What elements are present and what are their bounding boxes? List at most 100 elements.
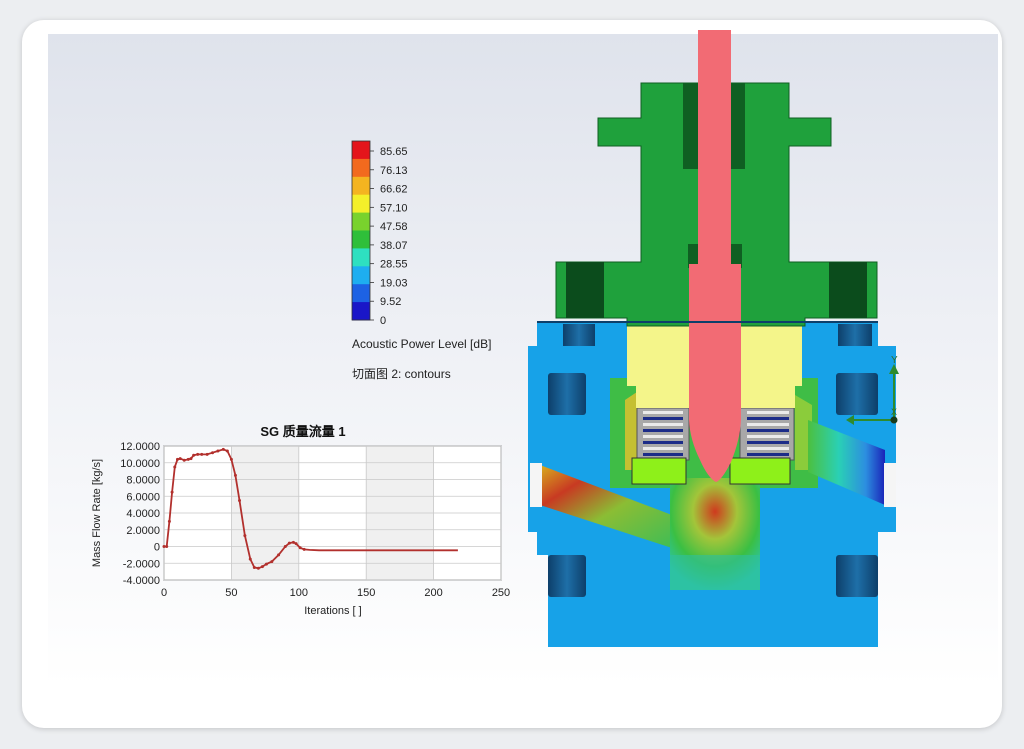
valve-cross-section[interactable]: [528, 30, 896, 647]
legend-swatch-8: [352, 284, 370, 303]
scene-canvas: Y X 85.65 76.13 66.62 57.10 47.58 38.07 28.55 1…: [91, 30, 899, 647]
plot-data-point: [173, 465, 177, 469]
cage-slot: [747, 423, 789, 426]
legend-tick-label: 47.58: [380, 221, 408, 233]
triad-origin: [890, 416, 898, 424]
plot-data-point: [252, 565, 256, 569]
plot-data-point: [189, 457, 193, 461]
plot-title: SG 质量流量 1: [260, 424, 345, 439]
inlet-flange: [530, 463, 542, 507]
bonnet-bolt-right: [829, 262, 867, 318]
packing-box-left: [636, 386, 691, 408]
plot-y-tick: 0: [154, 542, 160, 554]
legend-swatch-6: [352, 248, 370, 267]
legend-tick-label: 38.07: [380, 240, 408, 252]
legend-swatch-0: [352, 141, 370, 160]
plot-data-point: [270, 560, 274, 564]
cage-slot: [747, 411, 789, 414]
seat-ring-right: [729, 457, 791, 485]
legend-tick-label: 76.13: [380, 165, 408, 177]
plot-data-point: [186, 457, 190, 461]
plot-y-tick: 6.0000: [126, 491, 160, 503]
bolt-port-top-left: [563, 324, 595, 346]
plot-y-tick: -4.0000: [123, 575, 160, 587]
legend-tick-label: 19.03: [380, 277, 408, 289]
plot-y-tick: 10.0000: [120, 458, 160, 470]
plot-data-point: [260, 565, 264, 569]
legend-tick-label: 57.10: [380, 202, 408, 214]
plot-data-point: [243, 534, 247, 538]
plot-y-tick: 2.0000: [126, 525, 160, 537]
plot-x-tick: 250: [492, 587, 510, 599]
plot-data-point: [291, 540, 295, 544]
plot-x-tick: 0: [161, 587, 167, 599]
triad-y-label: Y: [891, 355, 898, 366]
bolt-port-low-right: [836, 555, 878, 597]
cage-slot: [747, 453, 789, 456]
plot-y-tick: 12.0000: [120, 441, 160, 453]
legend-swatch-5: [352, 230, 370, 249]
plot-x-tick: 200: [424, 587, 442, 599]
legend-tick-label: 66.62: [380, 184, 408, 196]
cage-slot: [747, 417, 789, 420]
cage-slot: [747, 441, 789, 444]
plot-x-tick: 100: [290, 587, 308, 599]
packing-box-right: [740, 386, 795, 408]
legend-title: Acoustic Power Level [dB]: [352, 337, 491, 351]
color-legend[interactable]: 85.65 76.13 66.62 57.10 47.58 38.07 28.55 19.03…: [351, 140, 491, 381]
outlet-flange: [884, 463, 896, 507]
throat-low: [670, 555, 760, 590]
plot-x-tick: 150: [357, 587, 375, 599]
legend-tick-labels: 85.65 76.13 66.62 57.10 47.58 38.07 28.55 19.03…: [370, 146, 408, 327]
plot-y-tick: -2.0000: [123, 558, 160, 570]
plot-data-point: [178, 457, 182, 461]
bolt-port-mid-left: [548, 373, 586, 415]
plot-data-point: [237, 498, 241, 502]
plot-data-point: [170, 490, 174, 494]
plot-x-tick: 50: [225, 587, 237, 599]
cage-slot: [643, 423, 683, 426]
plot-data-point: [221, 447, 225, 451]
plot-data-point: [287, 541, 291, 545]
plot-data-point: [294, 542, 298, 546]
cage-slot: [643, 417, 683, 420]
plot-data-point: [225, 449, 229, 453]
plot-data-point: [256, 566, 260, 570]
cage-slot: [643, 441, 683, 444]
cage-slot: [747, 447, 789, 450]
plot-data-point: [216, 449, 220, 453]
legend-swatch-9: [352, 302, 370, 321]
plot-data-point: [200, 452, 204, 456]
plot-y-tick: 4.0000: [126, 508, 160, 520]
plot-data-point: [167, 519, 171, 523]
xy-plot[interactable]: SG 质量流量 1 Mass Flow Rate [kg/s] Iteratio…: [91, 424, 510, 617]
plot-data-point: [162, 545, 166, 548]
plot-data-point: [182, 458, 186, 462]
legend-swatch-7: [352, 266, 370, 285]
plot-data-point: [205, 452, 209, 456]
legend-swatch-4: [352, 212, 370, 231]
plot-data-point: [277, 553, 281, 557]
plot-data-point: [248, 557, 252, 561]
legend-swatch-1: [352, 158, 370, 178]
plot-data-point: [302, 547, 306, 551]
legend-tick-label: 0: [380, 315, 386, 327]
plot-y-tick: 8.0000: [126, 475, 160, 487]
plot-data-point: [264, 562, 268, 566]
plot-data-point: [175, 457, 179, 461]
cage-slot: [747, 429, 789, 432]
triad-x-label: X: [891, 407, 897, 417]
plot-xlabel: Iterations [ ]: [304, 605, 361, 617]
bonnet-bolt-left: [566, 262, 604, 318]
legend-subtitle: 切面图 2: contours: [352, 367, 451, 381]
seat-ring-left: [631, 457, 687, 485]
bolt-port-top-right: [838, 324, 872, 346]
plot-data-point: [165, 545, 169, 548]
plot-data-point: [229, 457, 233, 461]
plot-y-tick-labels: 12.0000 10.0000 8.0000 6.0000 4.0000 2.0000 0 -…: [120, 441, 160, 587]
plot-data-point: [192, 453, 196, 457]
cage-slot: [643, 435, 683, 438]
plot-data-point: [196, 452, 200, 456]
plot-x-tick-labels: 0 50 100 150 200 250: [161, 587, 510, 599]
plot-data-point: [298, 546, 302, 550]
